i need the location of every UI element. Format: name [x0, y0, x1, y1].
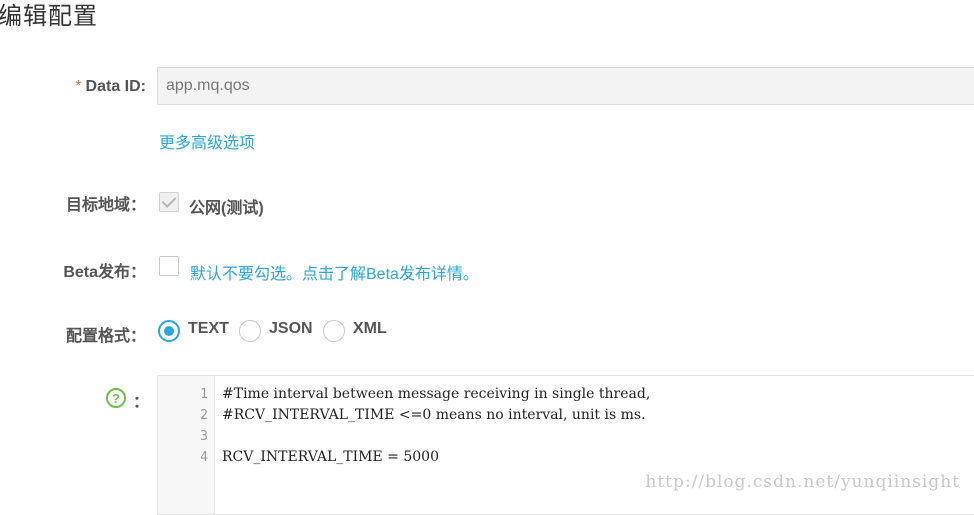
advanced-options-link[interactable]: 更多高级选项 [159, 129, 255, 153]
page-title: 编辑配置 [0, 3, 98, 30]
format-option-json[interactable]: JSON [269, 320, 313, 338]
region-checkbox[interactable] [159, 192, 179, 212]
beta-label: Beta发布： [63, 264, 146, 281]
format-radio-json[interactable] [239, 320, 261, 342]
check-icon [161, 193, 177, 208]
line-number: 3 [200, 429, 208, 444]
code-line[interactable]: #Time interval between message receiving… [222, 386, 650, 402]
required-mark: * [75, 78, 82, 95]
code-editor[interactable]: 1 2 3 4 #Time interval between message r… [157, 375, 974, 515]
beta-info-link[interactable]: 默认不要勾选。点击了解Beta发布详情。 [190, 260, 479, 284]
code-line[interactable]: RCV_INTERVAL_TIME = 5000 [222, 449, 439, 465]
format-radio-text[interactable] [158, 320, 180, 342]
line-number: 2 [200, 408, 208, 423]
beta-checkbox[interactable] [159, 256, 179, 276]
region-option-label: 公网(测试) [189, 200, 264, 217]
line-number: 4 [200, 450, 208, 465]
format-option-text[interactable]: TEXT [188, 320, 229, 338]
format-option-xml[interactable]: XML [353, 320, 387, 338]
format-label: 配置格式： [65, 328, 146, 345]
code-line[interactable]: #RCV_INTERVAL_TIME <=0 means no interval… [222, 407, 646, 423]
data-id-label: * Data ID: [75, 78, 146, 96]
region-label: 目标地域： [65, 197, 146, 214]
data-id-label-text: Data ID: [85, 78, 146, 95]
radio-selected-dot [164, 326, 174, 336]
content-label-colon: ： [133, 394, 150, 411]
watermark-text: http://blog.csdn.net/yunqiinsight [645, 472, 960, 492]
data-id-input[interactable] [157, 67, 974, 105]
line-number: 1 [200, 387, 208, 402]
line-number-gutter: 1 2 3 4 [158, 376, 215, 514]
format-radio-xml[interactable] [323, 320, 345, 342]
question-circle-icon[interactable]: ? [106, 388, 126, 408]
